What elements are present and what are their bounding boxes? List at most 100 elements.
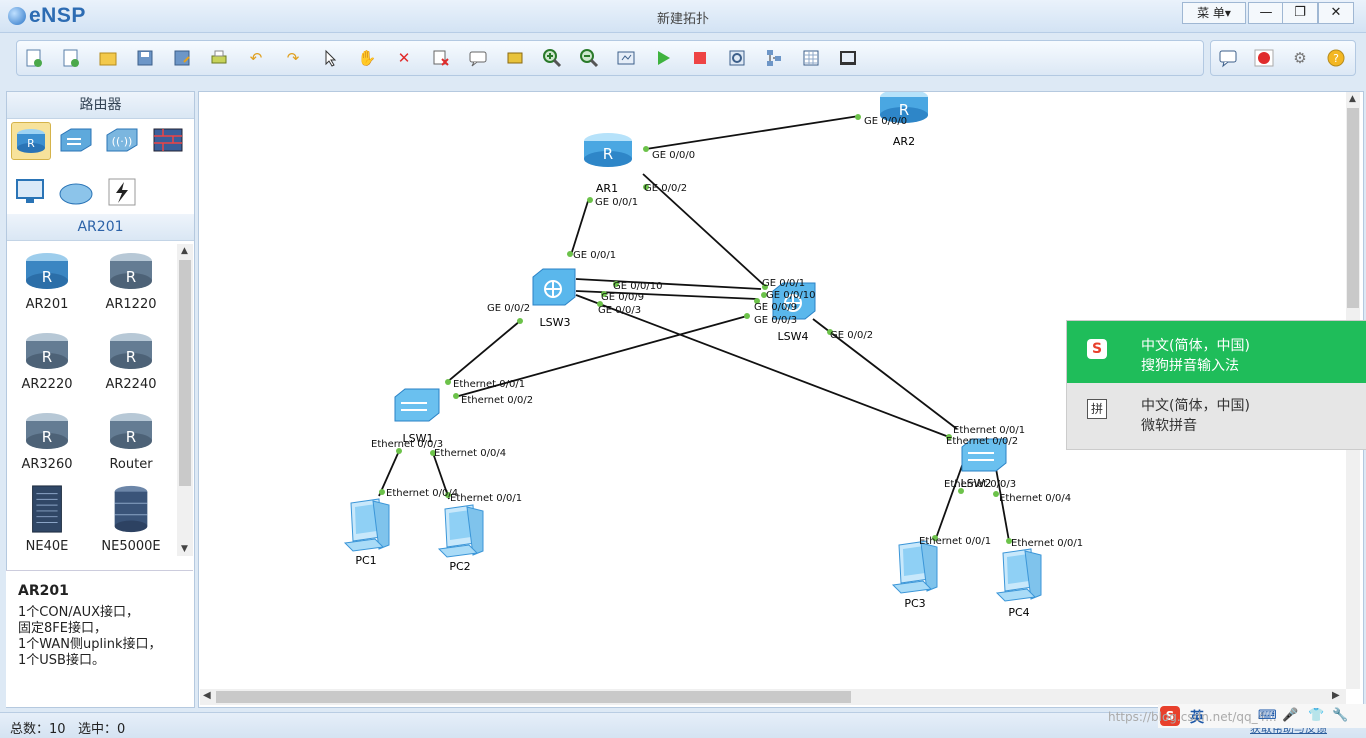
svg-text:R: R <box>126 268 136 286</box>
node-pc3[interactable]: PC3 <box>892 540 938 610</box>
shirt-icon[interactable]: 👕 <box>1308 708 1324 723</box>
router-icon: R <box>26 253 68 289</box>
description-line: 1个CON/AUX接口， <box>18 605 139 620</box>
port-label: GE 0/0/1 <box>762 278 805 289</box>
port-label: GE 0/0/2 <box>830 330 873 341</box>
port-label: Ethernet 0/0/4 <box>386 488 458 499</box>
mic-icon[interactable]: 🎤 <box>1282 708 1298 723</box>
palette-icon[interactable] <box>504 47 526 69</box>
svg-text:?: ? <box>1333 52 1339 65</box>
grid-icon[interactable] <box>800 47 822 69</box>
open-icon[interactable] <box>97 47 119 69</box>
router-icon: R <box>26 413 68 449</box>
device-list-scrollbar[interactable]: ▲ ▼ <box>177 244 193 556</box>
delete-links-icon[interactable] <box>430 47 452 69</box>
chat-icon[interactable] <box>1217 47 1239 69</box>
zoom-in-icon[interactable] <box>541 47 563 69</box>
device-ne40e[interactable]: NE40E <box>7 484 87 554</box>
device-ar2240[interactable]: R AR2240 <box>91 330 171 392</box>
port-label: Ethernet 0/0/2 <box>946 436 1018 447</box>
cloud-category-icon[interactable] <box>57 174 95 210</box>
device-ar3260[interactable]: R AR3260 <box>7 410 87 472</box>
wlan-category-icon[interactable]: ((·)) <box>103 122 141 158</box>
stop-device-icon[interactable] <box>689 47 711 69</box>
port-label: Ethernet 0/0/4 <box>434 448 506 459</box>
total-label: 总数： <box>10 722 50 737</box>
link-lsw3-lsw4-a <box>575 278 762 290</box>
port-label: Ethernet 0/0/3 <box>371 439 443 450</box>
new-example-icon[interactable] <box>60 47 82 69</box>
topology-icon[interactable] <box>763 47 785 69</box>
undo-icon[interactable]: ↶ <box>245 47 267 69</box>
close-button[interactable]: ✕ <box>1318 2 1354 24</box>
help-icon[interactable]: ? <box>1325 47 1347 69</box>
node-lsw1[interactable]: LSW1 <box>394 388 440 445</box>
app-name: eNSP <box>29 4 86 27</box>
delete-icon[interactable]: ✕ <box>393 47 415 69</box>
port-label: Ethernet 0/0/1 <box>919 536 991 547</box>
pan-hand-icon[interactable]: ✋ <box>356 47 378 69</box>
capture-icon[interactable] <box>726 47 748 69</box>
node-label: PC3 <box>904 597 925 610</box>
tools-icon[interactable]: 🔧 <box>1332 708 1348 723</box>
pc-category-icon[interactable] <box>11 174 49 210</box>
link-ar1-ar2 <box>645 115 860 150</box>
device-ar1220[interactable]: R AR1220 <box>91 250 171 312</box>
node-ar1[interactable]: AR1 <box>584 133 632 195</box>
port-label: Ethernet 0/0/1 <box>453 379 525 390</box>
start-device-icon[interactable] <box>652 47 674 69</box>
sogou-icon: S <box>1087 339 1107 359</box>
text-note-icon[interactable] <box>467 47 489 69</box>
device-ar2220[interactable]: R AR2220 <box>7 330 87 392</box>
port-labels: GE 0/0/0 GE 0/0/0 GE 0/0/2 GE 0/0/1 GE 0… <box>371 116 1083 549</box>
ensp-logo-icon <box>8 7 26 25</box>
description-line: 1个USB接口。 <box>18 653 105 668</box>
screenshot-icon[interactable] <box>837 47 859 69</box>
settings-icon[interactable]: ⚙ <box>1289 47 1311 69</box>
huawei-icon[interactable] <box>1253 47 1275 69</box>
minimize-button[interactable]: — <box>1248 2 1284 24</box>
node-label: LSW4 <box>778 330 809 343</box>
port-dots <box>379 114 1012 544</box>
port-label: Ethernet 0/0/1 <box>953 425 1025 436</box>
select-icon[interactable] <box>319 47 341 69</box>
router-icon: R <box>110 333 152 369</box>
port-label: GE 0/0/10 <box>766 290 815 301</box>
port-label: GE 0/0/3 <box>754 315 797 326</box>
cable-category-icon[interactable] <box>103 174 141 210</box>
firewall-category-icon[interactable] <box>149 122 187 158</box>
port-label: GE 0/0/10 <box>613 281 662 292</box>
switch-category-icon[interactable] <box>57 122 95 158</box>
description-line: 1个WAN侧uplink接口， <box>18 637 162 652</box>
ne5000e-router-icon <box>114 485 148 533</box>
new-topology-icon[interactable] <box>23 47 45 69</box>
menu-button[interactable]: 菜 单▾ <box>1182 2 1246 24</box>
fit-icon[interactable] <box>615 47 637 69</box>
svg-text:R: R <box>27 137 35 150</box>
restore-button[interactable]: ❐ <box>1282 2 1318 24</box>
main-toolbar: ↶ ↷ ✋ ✕ <box>16 40 1204 76</box>
router-icon: R <box>110 253 152 289</box>
print-icon[interactable] <box>208 47 230 69</box>
redo-icon[interactable]: ↷ <box>282 47 304 69</box>
keyboard-icon[interactable]: ⌨ <box>1258 708 1277 723</box>
node-pc2[interactable]: PC2 <box>438 504 484 573</box>
node-label: PC1 <box>355 554 376 567</box>
save-as-icon[interactable] <box>171 47 193 69</box>
zoom-out-icon[interactable] <box>578 47 600 69</box>
router-category-icon[interactable]: R <box>11 122 51 160</box>
node-pc4[interactable]: PC4 <box>996 548 1042 619</box>
svg-text:((·)): ((·)) <box>112 135 133 148</box>
save-icon[interactable] <box>134 47 156 69</box>
device-ne5000e[interactable]: NE5000E <box>91 484 171 554</box>
ime-option-microsoft-pinyin[interactable]: 拼 中文(简体，中国) 微软拼音 <box>1067 383 1366 449</box>
canvas-horizontal-scrollbar[interactable]: ◀ ▶ <box>200 689 1346 705</box>
ime-option-sogou[interactable]: S 中文(简体，中国) 搜狗拼音输入法 <box>1067 321 1366 383</box>
node-pc1[interactable]: PC1 <box>344 498 390 567</box>
total-count: 10 <box>49 722 66 737</box>
node-lsw3[interactable]: LSW3 <box>532 268 576 329</box>
port-label: Ethernet 0/0/2 <box>461 395 533 406</box>
device-router[interactable]: R Router <box>91 410 171 472</box>
watermark-text: https://blog.csdn.net/qq_4... <box>1108 710 1277 724</box>
device-ar201[interactable]: R AR201 <box>7 250 87 312</box>
